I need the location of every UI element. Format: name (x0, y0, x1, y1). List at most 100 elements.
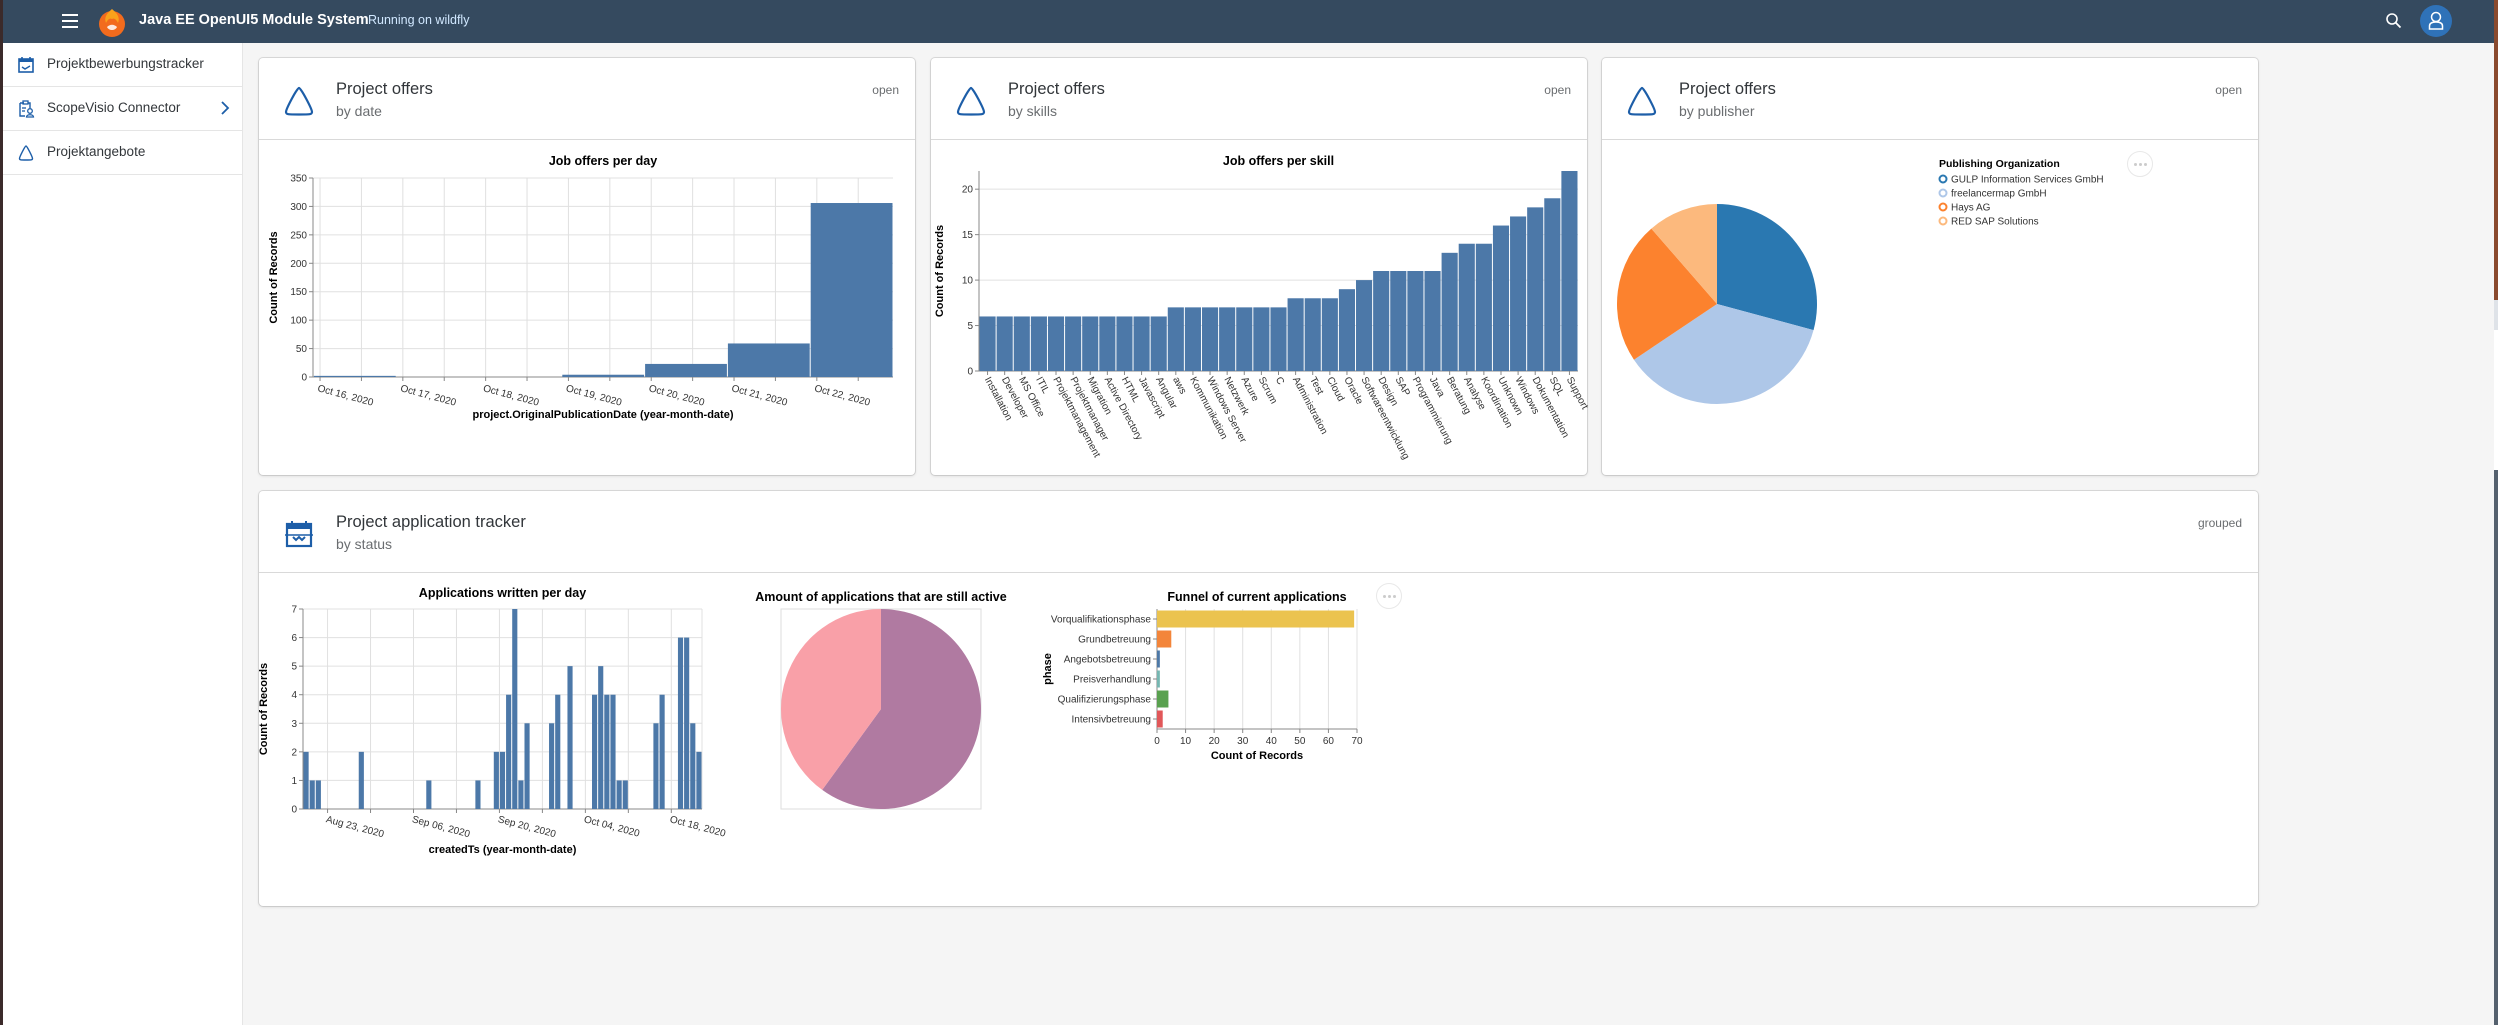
bar (493, 751, 499, 809)
bar (1157, 650, 1160, 668)
chart-actions-button[interactable] (2127, 151, 2153, 177)
y-tick-label: 6 (291, 633, 297, 644)
bar (610, 694, 616, 809)
card-header[interactable]: Project offers by publisher open (1602, 58, 2258, 140)
bar (677, 637, 684, 809)
bar (622, 780, 628, 809)
hamburger-icon[interactable] (62, 14, 78, 28)
bar (1527, 207, 1544, 371)
x-axis-title: createdTs (year-month-date) (429, 844, 577, 856)
card-header[interactable]: Project offers by date open (259, 58, 915, 140)
y-tick-label: 0 (291, 805, 297, 816)
sidebar-item-projektangebote[interactable]: Projektangebote (3, 131, 242, 175)
bar (616, 780, 622, 809)
bar (1356, 280, 1373, 371)
triangle-icon (1627, 86, 1657, 116)
chart-actions-button[interactable] (1376, 583, 1402, 609)
x-tick-label: Sep 06, 2020 (411, 814, 472, 840)
y-tick-label: 3 (291, 719, 297, 730)
bar (659, 694, 665, 809)
bar (1424, 271, 1441, 371)
chevron-right-icon[interactable] (220, 100, 230, 116)
legend-title: Publishing Organization (1939, 158, 2060, 170)
bar (1157, 670, 1160, 688)
x-axis-title: Count of Records (1211, 750, 1303, 762)
bar (303, 751, 309, 809)
bar (979, 316, 996, 371)
bar (1492, 225, 1510, 371)
sidebar-item-projektbewerbungstracker[interactable]: Projektbewerbungstracker (3, 43, 242, 87)
card-header[interactable]: Project application tracker by status gr… (259, 491, 2258, 573)
sidebar-item-label: ScopeVisio Connector (47, 100, 181, 115)
x-tick-label: 20 (1209, 736, 1221, 747)
y-axis-title: Count of Records (934, 225, 946, 317)
legend-symbol (1938, 174, 1948, 184)
card-status: open (1544, 83, 1571, 97)
x-tick-label: Oct 18, 2020 (669, 814, 728, 840)
side-navigation: Projektbewerbungstracker ScopeVisio Conn… (3, 43, 243, 1025)
bar (1157, 690, 1169, 708)
legend-label: RED SAP Solutions (1951, 217, 2039, 228)
bar (512, 609, 518, 809)
bar (1373, 271, 1390, 371)
bar (1390, 271, 1407, 371)
user-avatar-button[interactable] (2420, 5, 2452, 37)
x-tick-label: Oct 20, 2020 (647, 383, 706, 409)
y-axis-title: phase (1042, 653, 1054, 685)
pie (781, 609, 982, 809)
bar (1157, 710, 1163, 728)
bar (1116, 316, 1133, 371)
y-tick-label: 5 (967, 321, 973, 332)
bar (810, 203, 893, 377)
bar (1270, 307, 1287, 371)
active-applications-pie-chart: Amount of applications that are still ac… (755, 590, 1007, 810)
x-tick-label: Oct 17, 2020 (399, 383, 458, 409)
card-status: grouped (2197, 516, 2242, 530)
sidebar-item-label: Projektbewerbungstracker (47, 56, 204, 71)
legend-label: Hays AG (1951, 203, 1991, 214)
bar (567, 666, 573, 809)
card-subtitle: by publisher (1679, 103, 1755, 119)
app-subtitle: Running on wildfly (368, 13, 470, 27)
bar (1321, 298, 1338, 371)
y-tick-label: Angebotsbetreuung (1064, 655, 1151, 666)
bar (1167, 307, 1184, 371)
bar (1150, 316, 1167, 371)
y-tick-label: 15 (962, 230, 974, 241)
bar (1253, 307, 1270, 371)
x-tick-label: 30 (1237, 736, 1249, 747)
bar (426, 780, 432, 809)
bar (524, 723, 530, 809)
bar (592, 694, 598, 809)
bar (690, 723, 696, 809)
sidebar-item-label: Projektangebote (47, 144, 146, 159)
triangle-icon (284, 86, 314, 116)
y-tick-label: 2 (291, 747, 297, 758)
window-edge-right (2494, 0, 2498, 1025)
bar (506, 694, 512, 809)
app-title: Java EE OpenUI5 Module System (139, 12, 369, 28)
y-tick-label: 250 (290, 230, 307, 241)
user-icon (2428, 11, 2444, 30)
legend-label: GULP Information Services GmbH (1951, 175, 2104, 186)
x-tick-label: Support (1564, 375, 1590, 411)
calendar-icon (285, 521, 313, 548)
y-tick-label: 0 (967, 367, 973, 378)
y-tick-label: Preisverhandlung (1073, 675, 1151, 686)
shell-bar: Java EE OpenUI5 Module System Running on… (3, 0, 2494, 43)
bar (1157, 610, 1355, 628)
card-status: open (2215, 83, 2242, 97)
bar (1304, 298, 1321, 371)
bar (475, 780, 481, 809)
bar (1475, 243, 1492, 371)
card-header[interactable]: Project offers by skills open (931, 58, 1587, 140)
publisher-pie-chart: Publishing Organization GULP Information … (1617, 158, 2104, 404)
search-icon[interactable] (2385, 12, 2403, 30)
sidebar-item-scopevisio-connector[interactable]: ScopeVisio Connector (3, 87, 242, 131)
bar (1561, 171, 1578, 371)
x-tick-label: Oct 16, 2020 (316, 383, 375, 409)
bar (358, 751, 364, 809)
y-tick-label: 0 (301, 373, 307, 384)
card-title: Project offers (336, 80, 433, 98)
bar (1065, 316, 1082, 371)
